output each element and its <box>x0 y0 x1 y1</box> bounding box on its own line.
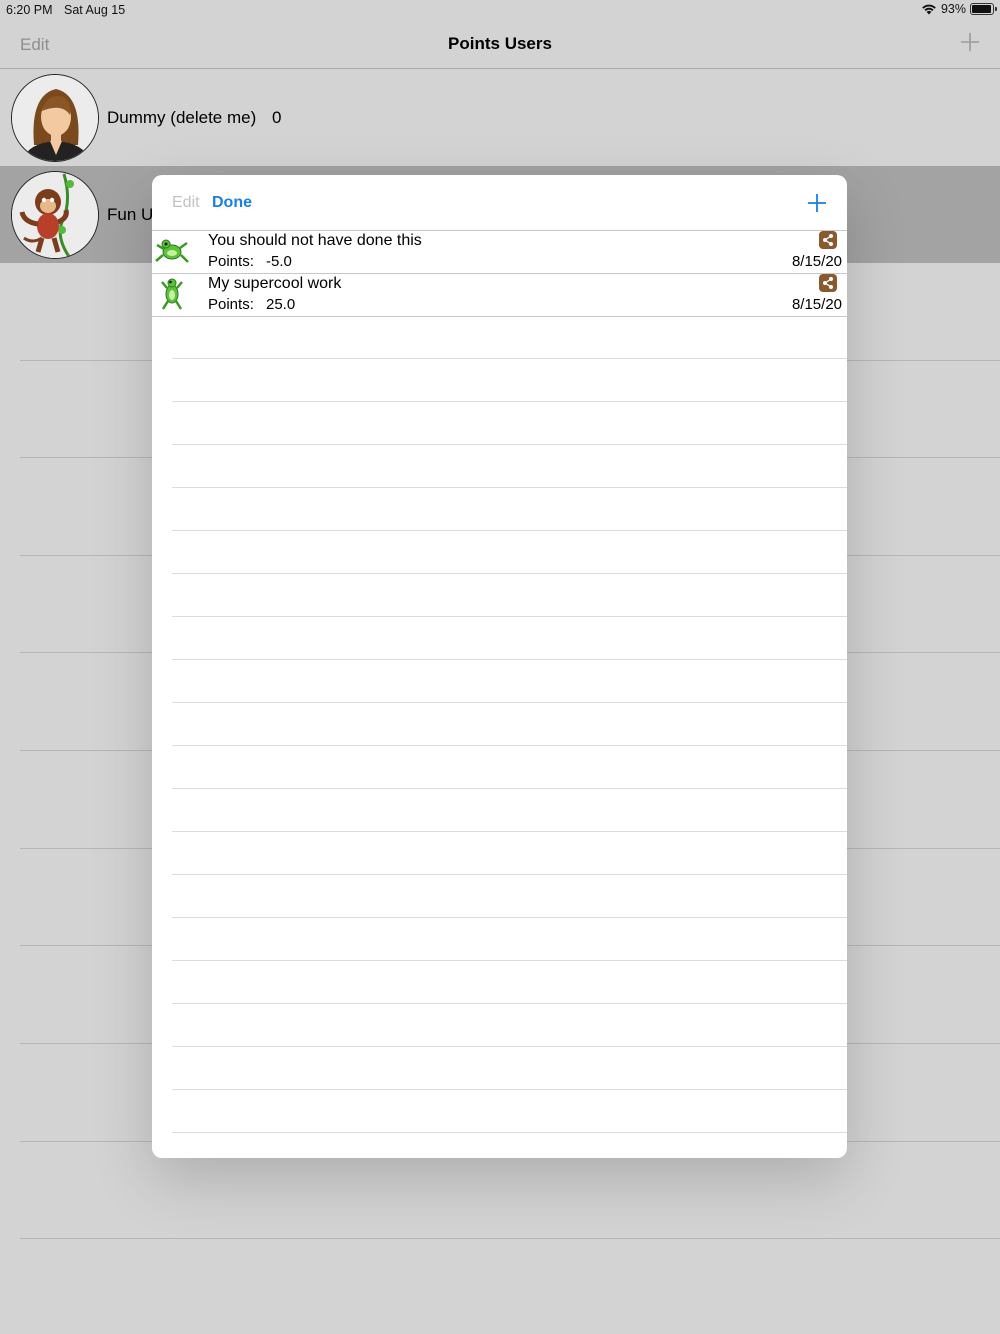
status-time: 6:20 PM <box>6 3 53 17</box>
empty-row-divider <box>172 616 847 617</box>
points-label: Points: <box>208 296 254 313</box>
empty-row-divider <box>172 917 847 918</box>
empty-row-divider <box>172 1089 847 1090</box>
entry-date: 8/15/20 <box>791 253 842 270</box>
empty-row-divider <box>172 487 847 488</box>
points-value: 25.0 <box>266 296 296 313</box>
add-entry-button[interactable] <box>807 193 827 213</box>
status-bar: 6:20 PM Sat Aug 15 93% <box>0 0 1000 22</box>
woman-avatar-icon <box>12 75 98 161</box>
entry-date: 8/15/20 <box>791 296 842 313</box>
battery-icon <box>970 3 997 15</box>
share-icon[interactable] <box>819 231 837 249</box>
user-name: Dummy (delete me) <box>107 108 257 127</box>
points-entry-row[interactable]: My supercool work Points: 25.0 8/15/20 <box>152 274 847 317</box>
empty-row-divider <box>172 530 847 531</box>
share-glyph <box>823 234 833 246</box>
empty-row-divider <box>172 444 847 445</box>
divider <box>20 1238 1000 1239</box>
points-label: Points: <box>208 253 254 270</box>
battery-percent: 93% <box>940 2 966 16</box>
points-modal: Edit Done You should not have done this … <box>152 175 847 1158</box>
done-button[interactable]: Done <box>212 194 252 212</box>
modal-header: Edit Done <box>152 175 847 231</box>
frog-icon <box>155 239 189 263</box>
user-row[interactable]: Dummy (delete me) 0 <box>0 69 1000 166</box>
frog-icon <box>161 278 183 310</box>
empty-row-divider <box>172 745 847 746</box>
monkey-avatar <box>11 171 99 259</box>
wifi-icon <box>922 4 936 15</box>
empty-row-divider <box>172 960 847 961</box>
add-user-button[interactable] <box>960 32 980 52</box>
status-date: Sat Aug 15 <box>64 3 126 17</box>
share-icon[interactable] <box>819 274 837 292</box>
empty-row-divider <box>172 358 847 359</box>
page-title: Points Users <box>448 34 552 53</box>
points-entry-row[interactable]: You should not have done this Points: -5… <box>152 231 847 274</box>
empty-row-divider <box>172 1046 847 1047</box>
points-value: -5.0 <box>266 253 292 270</box>
user-points: 0 <box>272 108 282 127</box>
empty-row-divider <box>172 874 847 875</box>
monkey-avatar-icon <box>12 172 98 258</box>
status-indicators: 93% <box>921 2 997 16</box>
battery-fill <box>972 5 991 13</box>
modal-edit-button[interactable]: Edit <box>172 194 200 212</box>
empty-row-divider <box>172 788 847 789</box>
empty-row-divider <box>172 1003 847 1004</box>
empty-row-divider <box>172 1132 847 1133</box>
empty-row-divider <box>172 702 847 703</box>
entry-title: You should not have done this <box>208 232 422 249</box>
woman-avatar <box>11 74 99 162</box>
share-glyph <box>823 277 833 289</box>
nav-bar: Edit Points Users <box>0 22 1000 69</box>
empty-row-divider <box>172 573 847 574</box>
entry-title: My supercool work <box>208 275 342 292</box>
empty-row-divider <box>172 401 847 402</box>
empty-row-divider <box>172 659 847 660</box>
empty-row-divider <box>172 831 847 832</box>
